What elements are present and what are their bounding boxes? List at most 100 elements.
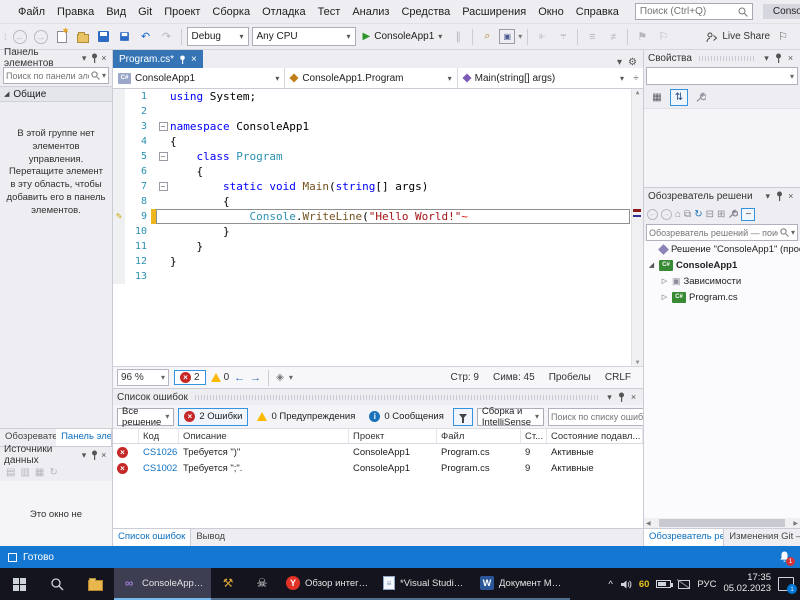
pin-icon[interactable] (91, 53, 96, 63)
code-line[interactable]: 13 (113, 269, 643, 284)
line-indicator[interactable]: Стр: 9 (451, 372, 479, 383)
menu-item[interactable]: Git (132, 4, 158, 20)
properties-title-bar[interactable]: Свойства ▾ × (644, 50, 800, 66)
alphabetical-view-icon[interactable]: ⇅ (670, 89, 688, 106)
scroll-left-icon[interactable]: ◀ (646, 520, 651, 527)
right-dock-tab[interactable]: Изменения Git — п... (724, 529, 800, 546)
forward-icon[interactable]: → (661, 209, 672, 220)
warnings-filter-button[interactable]: 0 Предупреждения (252, 408, 360, 426)
previous-issue-button[interactable]: ← (234, 372, 245, 384)
pin-icon[interactable] (179, 55, 186, 64)
bookmark-icon[interactable]: ⚑ (633, 28, 651, 46)
toolbox-search-box[interactable]: ▾ (3, 67, 109, 84)
chevron-down-icon[interactable]: ▾ (289, 373, 293, 382)
menu-item[interactable]: Правка (51, 4, 100, 20)
project-dropdown[interactable]: C# ConsoleApp1 ▾ (113, 68, 285, 88)
toolbox-section-general[interactable]: ◢ Общие (0, 86, 112, 102)
battery-icon[interactable] (656, 580, 671, 588)
menu-item[interactable]: Анализ (346, 4, 395, 20)
error-list-search-input[interactable] (551, 412, 646, 422)
preview-selected-icon[interactable]: − (741, 208, 755, 221)
menu-item[interactable]: Отладка (256, 4, 311, 20)
collapse-region-icon[interactable]: – (159, 182, 168, 191)
code-line[interactable]: 10 } (113, 224, 643, 239)
type-dropdown[interactable]: ConsoleApp1.Program ▾ (285, 68, 457, 88)
platform-dropdown[interactable]: Any CPU▾ (252, 27, 356, 46)
fold-toggle[interactable]: – (156, 149, 170, 164)
scroll-down-icon[interactable]: ▼ (636, 359, 640, 366)
toolbox-search-input[interactable] (6, 71, 89, 81)
column-header[interactable]: Файл (437, 429, 521, 443)
battery-percent-indicator[interactable]: 60 (639, 579, 650, 590)
tree-item[interactable]: Решение "ConsoleApp1" (проекты: 1 из 1) (644, 241, 800, 257)
collapse-all-icon[interactable]: ⊟ (706, 209, 714, 220)
fold-toggle[interactable]: – (156, 119, 170, 134)
data-sources-title-bar[interactable]: Источники данных ▾ × (0, 447, 112, 463)
horizontal-scrollbar[interactable]: ◀▶ (646, 518, 798, 528)
edit-data-source-icon[interactable]: ▥ (20, 467, 29, 478)
taskbar-app-skull-game[interactable]: ☠ (245, 568, 279, 600)
menu-item[interactable]: Сборка (206, 4, 256, 20)
collapse-region-icon[interactable]: – (159, 152, 168, 161)
chevron-down-icon[interactable]: ▾ (762, 191, 772, 202)
menu-item[interactable]: Расширения (456, 4, 532, 20)
editor-vertical-scrollbar[interactable]: ▲ ▼ (631, 89, 643, 366)
outdent-icon[interactable]: ⫧ (554, 28, 572, 46)
chevron-down-icon[interactable]: ▾ (791, 228, 795, 237)
messages-filter-button[interactable]: i0 Сообщения (364, 408, 448, 426)
menu-item[interactable]: Файл (12, 4, 51, 20)
switch-views-icon[interactable]: ⧉ (684, 209, 691, 220)
source-dropdown[interactable]: Сборка и IntelliSense▾ (477, 408, 544, 426)
navigate-back-icon[interactable]: ← (11, 28, 29, 46)
new-file-button[interactable] (53, 28, 71, 46)
properties-object-dropdown[interactable]: ▾ (646, 67, 798, 85)
zoom-level-dropdown[interactable]: 96 %▾ (117, 369, 169, 386)
warning-count-button[interactable]: 0 (211, 372, 230, 383)
collapse-region-icon[interactable]: – (159, 122, 168, 131)
error-code-cell[interactable]: CS1002 (139, 463, 179, 474)
column-header[interactable]: Описание (179, 429, 349, 443)
menu-item[interactable]: Справка (570, 4, 625, 20)
start-button[interactable] (0, 568, 38, 600)
taskbar-app-game-tools[interactable]: ⚒ (211, 568, 245, 600)
configure-icon[interactable]: ▦ (35, 467, 44, 478)
error-row[interactable]: ×CS1002Требуется ";".ConsoleApp1Program.… (113, 460, 643, 476)
wrench-icon[interactable] (695, 92, 706, 103)
next-bookmark-icon[interactable]: ⚐ (654, 28, 672, 46)
project-badge[interactable]: ConsoleApp1 (763, 4, 800, 19)
code-line[interactable]: 7– static void Main(string[] args) (113, 179, 643, 194)
code-line[interactable]: ✎9 Console.WriteLine("Hello World!"~ (113, 209, 643, 224)
back-icon[interactable]: ← (647, 209, 658, 220)
errors-filter-button[interactable]: ×2 Ошибки (178, 408, 248, 426)
indent-icon[interactable]: ⫦ (533, 28, 551, 46)
spaces-indicator[interactable]: Пробелы (549, 372, 591, 383)
toolbox-title-bar[interactable]: Панель элементов ▾ × (0, 50, 112, 66)
language-indicator[interactable]: РУС (697, 579, 716, 590)
code-line[interactable]: 12} (113, 254, 643, 269)
close-icon[interactable]: × (785, 53, 796, 63)
column-header[interactable]: Ст... (521, 429, 547, 443)
error-row[interactable]: ×CS1026Требуется ")"ConsoleApp1Program.c… (113, 444, 643, 460)
right-dock-tab[interactable]: Обозреватель реше... (644, 529, 724, 546)
column-header[interactable]: Код (139, 429, 179, 443)
live-share-button[interactable]: Live Share (706, 31, 770, 43)
code-editor[interactable]: 1using System;23–namespace ConsoleApp14{… (113, 89, 643, 366)
categorized-view-icon[interactable]: ▦ (648, 89, 666, 106)
member-dropdown[interactable]: Main(string[] args) ▾ (458, 68, 629, 88)
chevron-down-icon[interactable]: ▾ (617, 57, 622, 68)
scroll-up-icon[interactable]: ▲ (636, 89, 640, 96)
fold-toggle[interactable]: – (156, 179, 170, 194)
solution-explorer-search-input[interactable] (649, 228, 778, 238)
error-count-button[interactable]: ×2 (174, 370, 206, 385)
tree-item[interactable]: ▷▣Зависимости (644, 273, 800, 289)
taskbar-search-button[interactable] (38, 568, 76, 600)
menu-item[interactable]: Тест (312, 4, 347, 20)
toolbar-grip[interactable]: ⁞ (4, 32, 6, 42)
code-line[interactable]: 3–namespace ConsoleApp1 (113, 119, 643, 134)
split-window-icon[interactable]: ÷ (629, 68, 643, 88)
find-in-files-icon[interactable]: ⌕ (478, 28, 496, 46)
menu-item[interactable]: Окно (532, 4, 570, 20)
navigate-forward-icon[interactable]: → (32, 28, 50, 46)
taskbar-app-notepad[interactable]: ≡*Visual Studio.txt - ... (376, 568, 473, 600)
configuration-dropdown[interactable]: Debug▾ (187, 27, 249, 46)
